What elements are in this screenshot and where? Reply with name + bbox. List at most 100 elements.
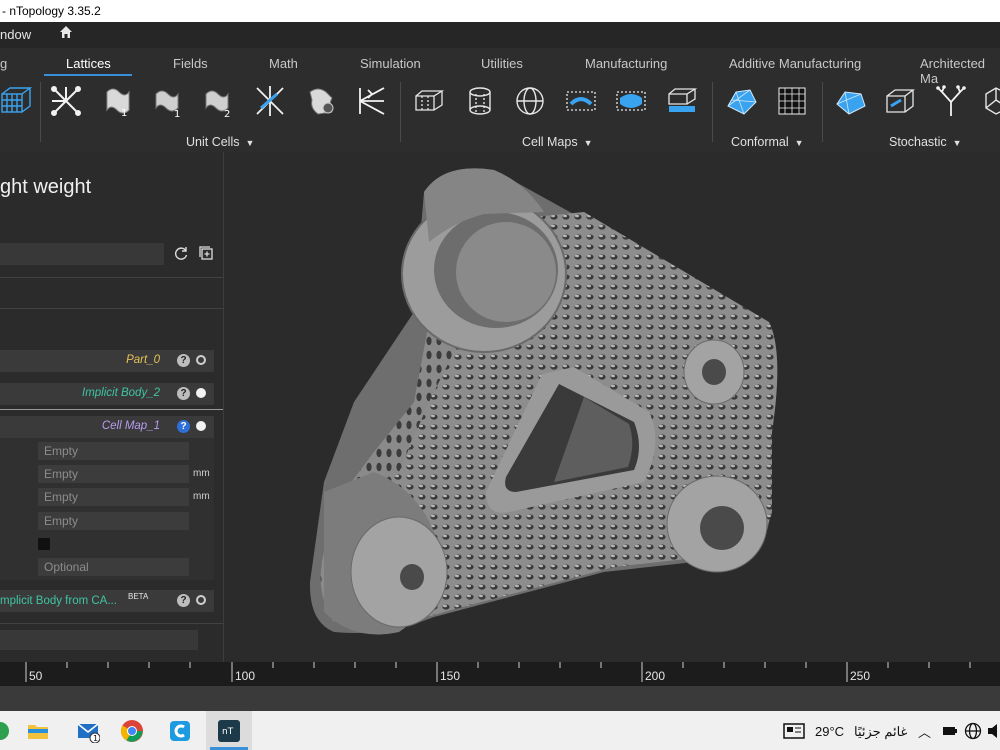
field-value: Empty bbox=[44, 514, 79, 528]
ntopology-icon[interactable]: nT bbox=[217, 719, 241, 743]
empty-block[interactable] bbox=[0, 630, 198, 650]
weather-temp[interactable]: 29°C bbox=[815, 724, 844, 739]
home-icon[interactable] bbox=[58, 24, 74, 43]
active-tab-indicator bbox=[44, 74, 132, 76]
group-label: Unit Cells bbox=[186, 135, 240, 149]
block-cell-map-1[interactable]: Cell Map_1 ? bbox=[0, 416, 214, 438]
caret-down-icon: ▼ bbox=[794, 138, 804, 148]
cell-map-volume-icon[interactable] bbox=[612, 82, 650, 120]
block-inputs: Empty Empty mm Empty mm Empty Optional bbox=[0, 438, 214, 580]
block-implicit-body-from-cad[interactable]: mplicit Body from CA... BETA ? bbox=[0, 590, 214, 612]
divider bbox=[0, 277, 223, 278]
input-field[interactable]: Empty bbox=[38, 512, 189, 530]
optional-input[interactable]: Optional bbox=[38, 558, 189, 576]
tab-utilities[interactable]: Utilities bbox=[481, 56, 523, 71]
help-icon[interactable]: ? bbox=[177, 420, 190, 433]
tab-math[interactable]: Math bbox=[269, 56, 298, 71]
voronoi-icon[interactable] bbox=[978, 82, 1000, 120]
gyroid-icon[interactable]: 1 bbox=[99, 82, 137, 120]
tpms-2-icon[interactable]: 2 bbox=[200, 82, 238, 120]
separator bbox=[712, 82, 713, 142]
visibility-toggle[interactable] bbox=[196, 421, 206, 431]
field-placeholder: Optional bbox=[44, 560, 89, 574]
title-bar: - nTopology 3.35.2 bbox=[0, 0, 1000, 22]
tab-additive-manufacturing[interactable]: Additive Manufacturing bbox=[729, 56, 861, 71]
block-label: Implicit Body_2 bbox=[82, 387, 160, 399]
visibility-toggle[interactable] bbox=[196, 388, 206, 398]
file-explorer-icon[interactable] bbox=[26, 719, 50, 743]
ruler-label: 50 bbox=[29, 669, 43, 683]
divider bbox=[0, 409, 223, 410]
cyl-cell-map-icon[interactable] bbox=[461, 82, 499, 120]
teams-icon[interactable] bbox=[168, 719, 192, 743]
divider bbox=[0, 623, 223, 624]
group-stochastic[interactable]: Stochastic ▼ bbox=[889, 135, 962, 149]
conformal-volume-icon[interactable] bbox=[773, 82, 811, 120]
tab-simulation[interactable]: Simulation bbox=[360, 56, 421, 71]
svg-text:nT: nT bbox=[222, 727, 234, 737]
svg-text:1: 1 bbox=[121, 108, 127, 118]
refresh-icon[interactable] bbox=[173, 245, 189, 265]
group-label: Conformal bbox=[731, 135, 789, 149]
input-field[interactable]: Empty bbox=[38, 465, 189, 483]
cell-map-slab-icon[interactable] bbox=[663, 82, 701, 120]
chrome-icon[interactable] bbox=[120, 719, 144, 743]
news-widget-icon[interactable] bbox=[783, 722, 805, 740]
menu-window[interactable]: ndow bbox=[0, 27, 31, 42]
divider bbox=[0, 308, 223, 309]
rect-cell-map-icon[interactable] bbox=[410, 82, 448, 120]
separator bbox=[822, 82, 823, 142]
field-value: Empty bbox=[44, 490, 79, 504]
chevron-up-icon[interactable]: ︿ bbox=[918, 722, 931, 741]
field-value: Empty bbox=[44, 444, 79, 458]
stochastic-volume-icon[interactable] bbox=[881, 82, 919, 120]
ruler: 50 100 150 200 250 bbox=[0, 662, 1000, 686]
help-icon[interactable]: ? bbox=[177, 594, 190, 607]
globe-icon[interactable] bbox=[964, 722, 982, 740]
group-conformal[interactable]: Conformal ▼ bbox=[731, 135, 804, 149]
search-input[interactable] bbox=[0, 243, 164, 265]
ruler-label: 200 bbox=[645, 669, 666, 683]
beam-cell-icon[interactable] bbox=[352, 82, 390, 120]
caret-down-icon: ▼ bbox=[245, 138, 255, 148]
tab-lattices[interactable]: Lattices bbox=[66, 56, 111, 71]
graph-cell-icon[interactable] bbox=[302, 82, 340, 120]
help-icon[interactable]: ? bbox=[177, 354, 190, 367]
sph-cell-map-icon[interactable] bbox=[511, 82, 549, 120]
cell-map-surface-icon[interactable] bbox=[562, 82, 600, 120]
group-unit-cells[interactable]: Unit Cells ▼ bbox=[186, 135, 254, 149]
conformal-mesh-icon[interactable] bbox=[722, 82, 760, 120]
svg-text:2: 2 bbox=[224, 109, 230, 118]
weather-text[interactable]: غائم جزئيًا bbox=[854, 724, 907, 740]
separator bbox=[40, 82, 41, 142]
add-block-icon[interactable] bbox=[198, 245, 214, 265]
caret-down-icon: ▼ bbox=[952, 138, 962, 148]
tab-g[interactable]: g bbox=[0, 56, 7, 71]
checkbox[interactable] bbox=[38, 538, 50, 550]
mail-icon[interactable]: 1 bbox=[76, 719, 101, 744]
visibility-toggle[interactable] bbox=[196, 595, 206, 605]
visibility-toggle[interactable] bbox=[196, 355, 206, 365]
unit-cell-icon[interactable] bbox=[47, 82, 85, 120]
block-part-0[interactable]: Part_0 ? bbox=[0, 350, 214, 372]
tpms-1-icon[interactable]: 1 bbox=[150, 82, 188, 120]
stochastic-surface-icon[interactable] bbox=[831, 82, 869, 120]
unit-label: mm bbox=[193, 491, 210, 502]
app-icon[interactable] bbox=[0, 719, 12, 743]
tab-fields[interactable]: Fields bbox=[173, 56, 208, 71]
volume-icon[interactable] bbox=[988, 722, 1000, 740]
ruler-label: 150 bbox=[440, 669, 461, 683]
group-cell-maps[interactable]: Cell Maps ▼ bbox=[522, 135, 593, 149]
network-icon[interactable] bbox=[941, 723, 959, 739]
tab-manufacturing[interactable]: Manufacturing bbox=[585, 56, 667, 71]
input-field[interactable]: Empty bbox=[38, 442, 189, 460]
block-implicit-body-2[interactable]: Implicit Body_2 ? bbox=[0, 383, 214, 405]
tree-icon[interactable] bbox=[932, 82, 970, 120]
strut-cell-icon[interactable] bbox=[251, 82, 289, 120]
caret-down-icon: ▼ bbox=[583, 138, 593, 148]
viewport-3d[interactable] bbox=[224, 152, 1000, 662]
lattice-box-icon[interactable] bbox=[0, 82, 34, 120]
ruler-label: 250 bbox=[850, 669, 871, 683]
help-icon[interactable]: ? bbox=[177, 387, 190, 400]
input-field[interactable]: Empty bbox=[38, 488, 189, 506]
